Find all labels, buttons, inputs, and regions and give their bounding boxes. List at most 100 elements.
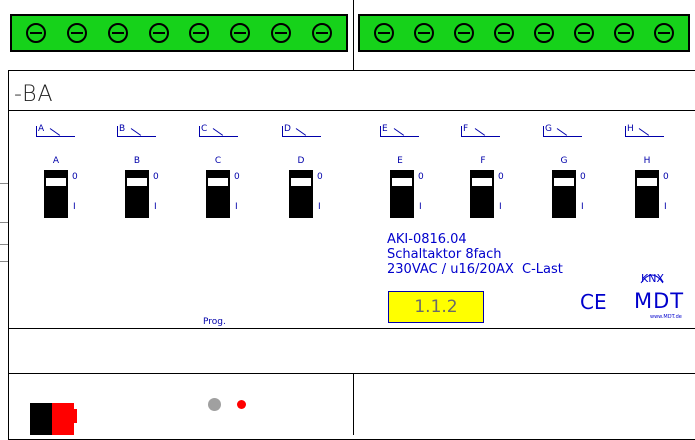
product-model: AKI-0816.04 bbox=[387, 232, 467, 247]
rail-line bbox=[0, 244, 8, 245]
switch-pos-lower: I bbox=[235, 202, 238, 212]
switch-pos-upper: 0 bbox=[153, 172, 159, 182]
channel-symbol-f: F bbox=[461, 124, 501, 138]
manual-switch-a[interactable] bbox=[44, 170, 68, 218]
product-name: Schaltaktor 8fach bbox=[387, 247, 502, 262]
switch-pos-upper: 0 bbox=[72, 172, 78, 182]
switch-label: D bbox=[297, 156, 305, 166]
switch-knob bbox=[392, 178, 412, 186]
channel-symbol-d: D bbox=[282, 124, 322, 138]
manual-switch-c[interactable] bbox=[206, 170, 230, 218]
switch-label: C bbox=[214, 156, 222, 166]
channel-symbol-h: H bbox=[625, 124, 665, 138]
prog-button-icon[interactable] bbox=[208, 398, 221, 411]
rail-line bbox=[0, 222, 8, 223]
terminal-screw-icon[interactable] bbox=[414, 23, 434, 43]
device-label: -BA bbox=[14, 82, 54, 107]
channel-symbol-e: E bbox=[380, 124, 420, 138]
switch-knob bbox=[46, 178, 66, 186]
rail-line bbox=[0, 261, 8, 262]
terminal-screw-icon[interactable] bbox=[148, 23, 169, 43]
product-info: AKI-0816.04 Schaltaktor 8fach 230VAC / u… bbox=[387, 232, 563, 277]
switch-pos-lower: I bbox=[318, 202, 321, 212]
channel-label: C bbox=[201, 124, 208, 134]
terminal-screw-icon[interactable] bbox=[230, 23, 251, 43]
terminal-screw-icon[interactable] bbox=[67, 23, 88, 43]
mdt-logo: MDT bbox=[634, 289, 685, 313]
divider-vertical-top bbox=[353, 0, 354, 70]
divider-bottom bbox=[8, 373, 695, 374]
knx-logo-text: KNX bbox=[641, 272, 664, 285]
channel-label: A bbox=[38, 124, 45, 134]
ce-mark: CE bbox=[580, 290, 607, 314]
channel-label: H bbox=[627, 124, 634, 134]
connector-black bbox=[30, 403, 54, 435]
switch-pos-lower: I bbox=[499, 202, 502, 212]
switch-pos-upper: 0 bbox=[580, 172, 586, 182]
divider-vertical-bottom bbox=[353, 373, 354, 435]
switch-label: H bbox=[643, 156, 651, 166]
switch-pos-upper: 0 bbox=[317, 172, 323, 182]
channel-label: F bbox=[463, 124, 469, 134]
terminal-screw-icon[interactable] bbox=[270, 23, 291, 43]
switch-knob bbox=[472, 178, 492, 186]
terminal-screw-icon[interactable] bbox=[311, 23, 332, 43]
terminal-screw-icon[interactable] bbox=[574, 23, 594, 43]
manual-switch-e[interactable] bbox=[390, 170, 414, 218]
switch-pos-upper: 0 bbox=[498, 172, 504, 182]
connector-notch bbox=[74, 409, 77, 423]
terminal-screw-icon[interactable] bbox=[189, 23, 210, 43]
terminal-strip-right bbox=[358, 14, 690, 52]
terminal-screw-icon[interactable] bbox=[374, 23, 394, 43]
terminal-screw-icon[interactable] bbox=[534, 23, 554, 43]
switch-pos-lower: I bbox=[581, 202, 584, 212]
switch-label: B bbox=[133, 156, 141, 166]
manual-switch-g[interactable] bbox=[552, 170, 576, 218]
terminal-screw-icon[interactable] bbox=[107, 23, 128, 43]
switch-label: E bbox=[397, 156, 403, 166]
switch-knob bbox=[554, 178, 574, 186]
switch-knob bbox=[291, 178, 311, 186]
device-outline bbox=[8, 70, 695, 440]
switch-label: F bbox=[480, 156, 486, 166]
channel-symbol-b: B bbox=[117, 124, 157, 138]
terminal-screw-icon[interactable] bbox=[494, 23, 514, 43]
physical-address-label: 1.1.2 bbox=[388, 291, 484, 323]
switch-knob bbox=[127, 178, 147, 186]
channel-symbol-g: G bbox=[543, 124, 583, 138]
bus-connector-icon[interactable] bbox=[30, 403, 77, 435]
knx-logo-icon: KNX bbox=[640, 272, 664, 285]
channel-label: B bbox=[119, 124, 126, 134]
prog-led-icon bbox=[237, 400, 246, 409]
manual-switch-d[interactable] bbox=[289, 170, 313, 218]
divider-mid bbox=[8, 328, 695, 329]
switch-label: A bbox=[52, 156, 60, 166]
switch-pos-upper: 0 bbox=[663, 172, 669, 182]
switch-pos-upper: 0 bbox=[418, 172, 424, 182]
channel-label: D bbox=[284, 124, 291, 134]
manual-switch-f[interactable] bbox=[470, 170, 494, 218]
channel-label: E bbox=[382, 124, 388, 134]
manual-switch-b[interactable] bbox=[125, 170, 149, 218]
mdt-url: www.MDT.de bbox=[650, 314, 682, 320]
switch-pos-lower: I bbox=[73, 202, 76, 212]
switch-label: G bbox=[560, 156, 568, 166]
terminal-screw-icon[interactable] bbox=[654, 23, 674, 43]
channel-symbol-c: C bbox=[199, 124, 239, 138]
terminal-strip-left bbox=[10, 14, 348, 52]
rail-line bbox=[0, 183, 8, 184]
terminal-screw-icon[interactable] bbox=[454, 23, 474, 43]
channel-symbol-a: A bbox=[36, 124, 76, 138]
divider-top bbox=[8, 110, 695, 111]
switch-pos-lower: I bbox=[419, 202, 422, 212]
terminal-screw-icon[interactable] bbox=[614, 23, 634, 43]
connector-red bbox=[52, 403, 74, 435]
switch-pos-upper: 0 bbox=[234, 172, 240, 182]
switch-pos-lower: I bbox=[154, 202, 157, 212]
switch-knob bbox=[637, 178, 657, 186]
manual-switch-h[interactable] bbox=[635, 170, 659, 218]
terminal-screw-icon[interactable] bbox=[26, 23, 47, 43]
product-rating: 230VAC / u16/20AX C-Last bbox=[387, 262, 563, 277]
switch-knob bbox=[208, 178, 228, 186]
switch-pos-lower: I bbox=[664, 202, 667, 212]
